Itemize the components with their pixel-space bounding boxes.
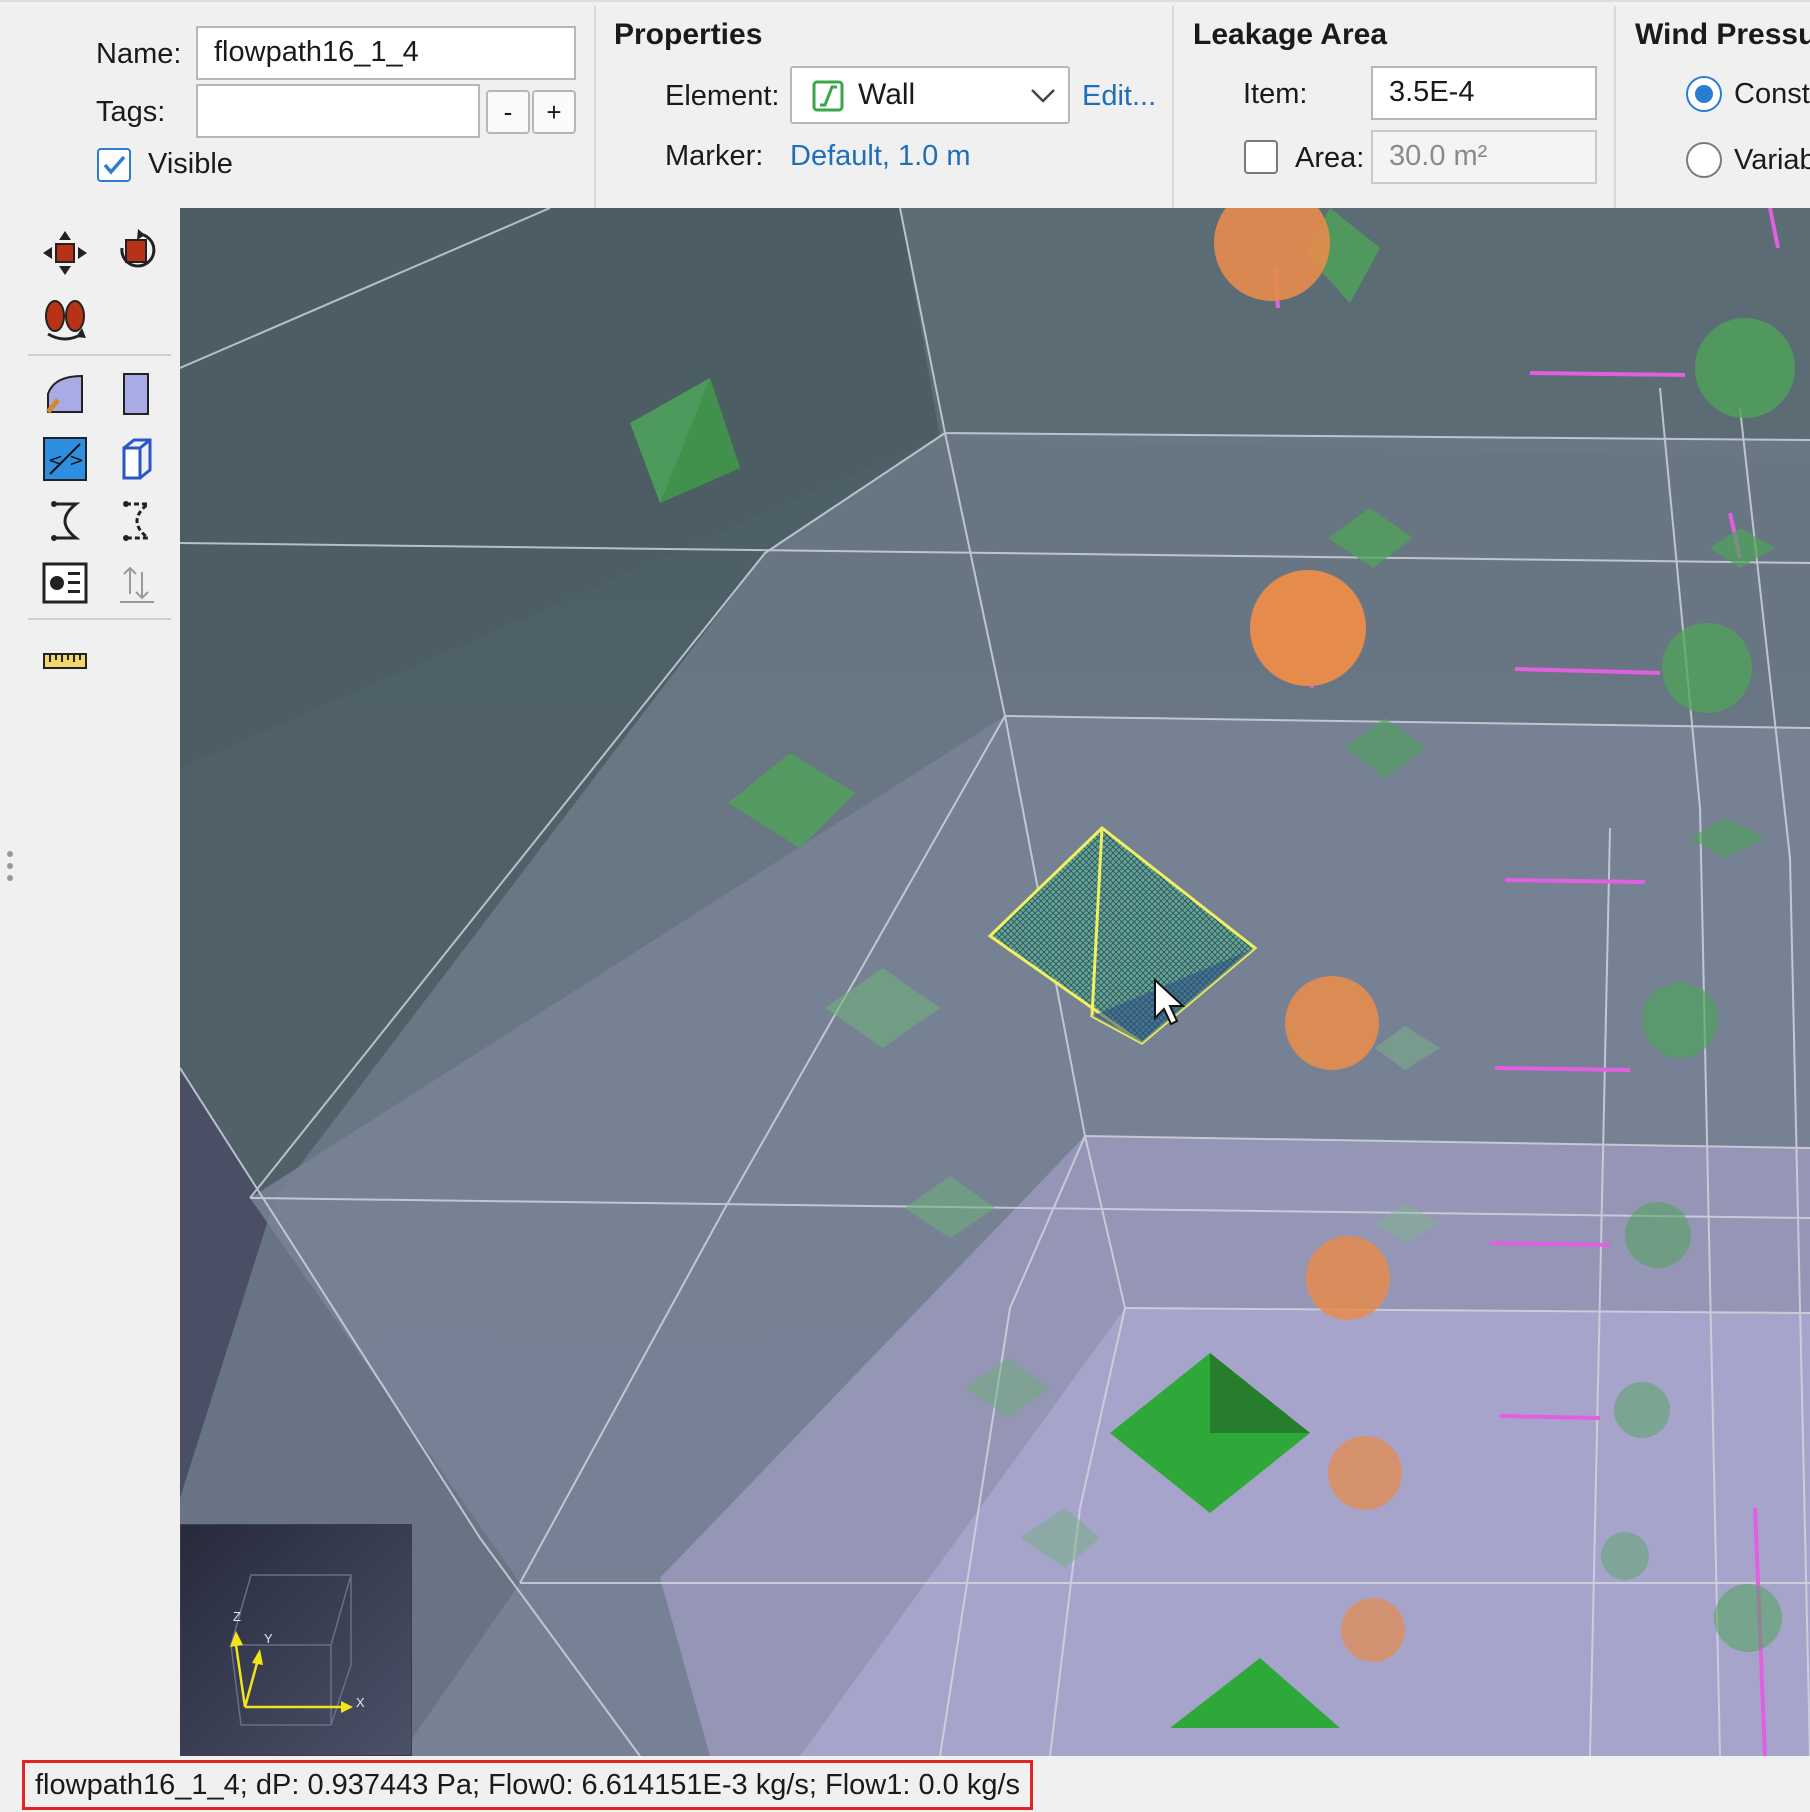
link-dashed-icon[interactable] <box>112 496 162 546</box>
zone-icon[interactable] <box>40 370 90 420</box>
wind-constant-label: Const <box>1734 78 1810 110</box>
svg-text:<: < <box>48 450 63 471</box>
duct-icon[interactable] <box>112 434 162 484</box>
properties-title: Properties <box>614 18 763 51</box>
marker-label: Marker: <box>665 140 764 172</box>
link-icon[interactable] <box>40 496 90 546</box>
status-highlight: flowpath16_1_4; dP: 0.937443 Pa; Flow0: … <box>22 1760 1034 1810</box>
property-bar: Name: flowpath16_1_4 Tags: - + Visible P… <box>0 0 1810 210</box>
chevron-down-icon <box>1031 89 1055 103</box>
move-icon[interactable] <box>40 228 90 278</box>
scene <box>180 208 1810 1756</box>
name-label: Name: <box>96 38 182 70</box>
axis-z-label: Z <box>233 1609 241 1624</box>
status-text: flowpath16_1_4; dP: 0.937443 Pa; Flow0: … <box>35 1769 1021 1801</box>
area-input[interactable]: 30.0 m² <box>1371 130 1597 184</box>
name-input[interactable]: flowpath16_1_4 <box>196 26 576 80</box>
add-tag-button[interactable]: + <box>532 90 576 134</box>
axis-gizmo: X Y Z <box>180 1524 412 1756</box>
ruler-icon[interactable] <box>40 636 90 686</box>
divider <box>1614 6 1616 210</box>
controls-icon[interactable] <box>40 558 90 608</box>
tool-palette: < > <box>0 208 178 1756</box>
svg-text:>: > <box>69 450 84 471</box>
item-label: Item: <box>1243 78 1308 110</box>
axis-y-label: Y <box>264 1631 273 1646</box>
splitter-grip-icon[interactable] <box>4 848 16 888</box>
divider <box>1172 6 1174 210</box>
leakage-title: Leakage Area <box>1193 18 1388 51</box>
wall-element-icon <box>812 80 844 112</box>
marker-link[interactable]: Default, 1.0 m <box>790 140 971 173</box>
rotate-icon[interactable] <box>112 228 162 278</box>
axis-x-label: X <box>356 1695 365 1710</box>
remove-tag-button[interactable]: - <box>486 90 530 134</box>
visible-label: Visible <box>148 148 233 180</box>
3d-viewport[interactable]: X Y Z <box>180 208 1810 1756</box>
checkmark-icon <box>103 155 126 175</box>
wall-icon[interactable] <box>112 370 162 420</box>
tool-divider <box>28 354 171 356</box>
wind-pressure-title: Wind Pressu <box>1635 18 1810 51</box>
element-value: Wall <box>858 78 916 111</box>
area-label: Area: <box>1295 142 1365 174</box>
visible-checkbox[interactable] <box>97 148 131 182</box>
status-bar: flowpath16_1_4; dP: 0.937443 Pa; Flow0: … <box>0 1756 1810 1812</box>
wind-constant-radio[interactable] <box>1686 76 1722 112</box>
wind-variable-label: Variab <box>1734 144 1810 176</box>
tags-input[interactable] <box>196 84 480 138</box>
tool-divider <box>28 618 171 620</box>
divider <box>594 6 596 210</box>
area-checkbox[interactable] <box>1244 140 1278 174</box>
orbit-icon[interactable] <box>40 294 90 344</box>
edit-element-link[interactable]: Edit... <box>1082 80 1156 113</box>
item-input[interactable]: 3.5E-4 <box>1371 66 1597 120</box>
element-label: Element: <box>665 80 780 112</box>
wind-variable-radio[interactable] <box>1686 142 1722 178</box>
flowpath-icon[interactable]: < > <box>40 434 90 484</box>
element-dropdown[interactable]: Wall <box>790 66 1070 124</box>
tags-label: Tags: <box>96 96 166 128</box>
sort-icon[interactable] <box>112 558 162 608</box>
